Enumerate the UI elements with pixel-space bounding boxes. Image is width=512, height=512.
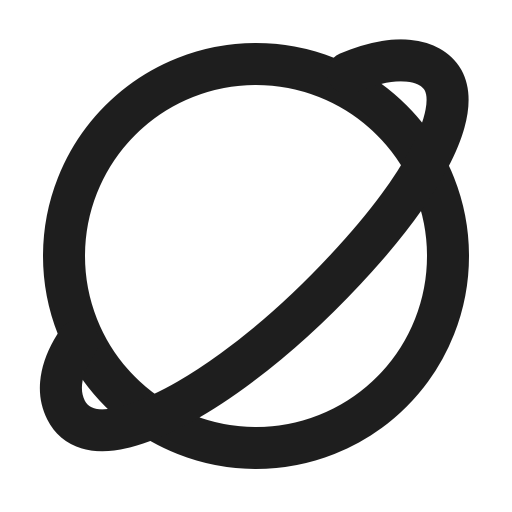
planet-body (43, 43, 469, 469)
planet-icon (39, 39, 469, 469)
icon-canvas (0, 0, 512, 512)
